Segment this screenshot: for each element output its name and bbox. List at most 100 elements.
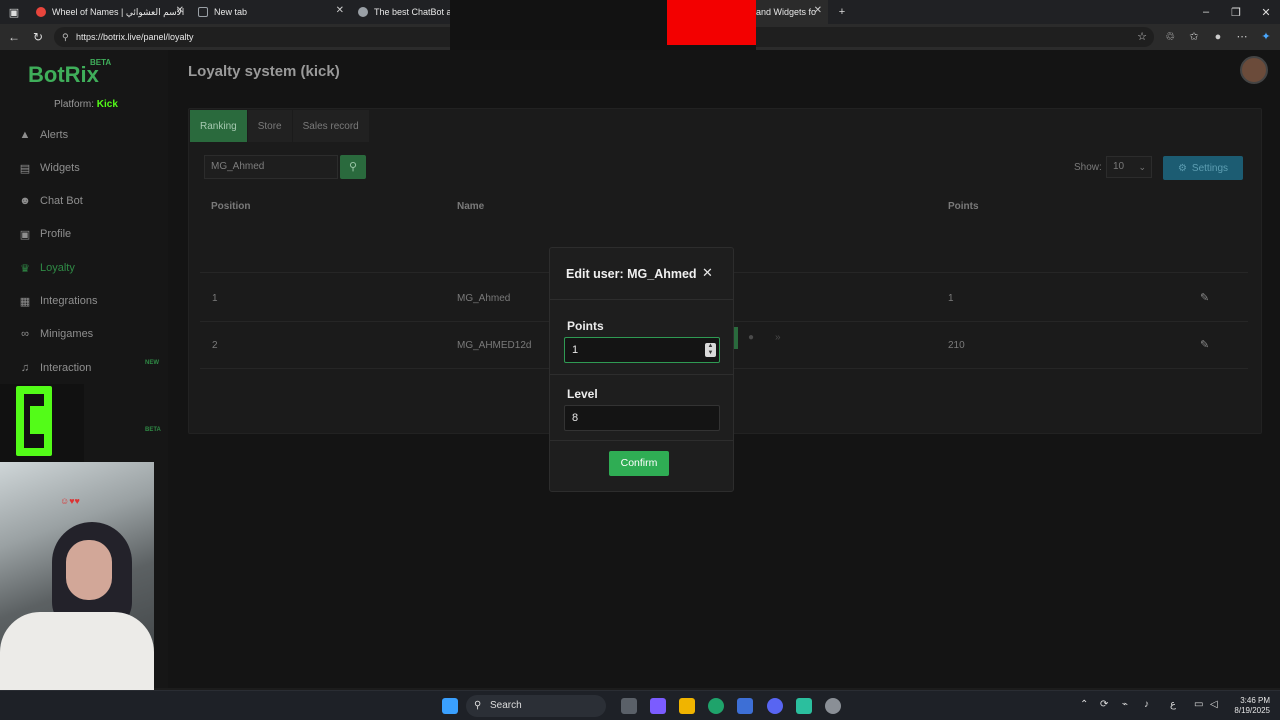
edge-browser-icon[interactable] bbox=[708, 698, 724, 714]
task-view-icon[interactable] bbox=[621, 698, 637, 714]
tab-ranking[interactable]: Ranking bbox=[190, 110, 248, 142]
logo-text: BotRix bbox=[28, 62, 99, 87]
sidebar-item-chat-bot[interactable]: ☻ Chat Bot bbox=[18, 192, 83, 210]
points-value: 1 bbox=[572, 344, 579, 356]
search-button[interactable]: ⚲ bbox=[340, 155, 366, 179]
column-header-position: Position bbox=[211, 201, 251, 212]
sidebar-item-minigames[interactable]: ∞ Minigames bbox=[18, 325, 93, 343]
close-tab-icon[interactable]: ✕ bbox=[814, 5, 822, 16]
favorite-star-icon[interactable]: ☆ bbox=[1134, 29, 1150, 45]
sidebar-item-label: Chat Bot bbox=[40, 195, 83, 207]
site-info-icon[interactable]: ⚲ bbox=[62, 27, 69, 47]
sidebar-item-label: Alerts bbox=[40, 129, 69, 141]
redacted-block bbox=[667, 0, 756, 45]
level-label: Level bbox=[567, 387, 598, 401]
modal-title: Edit user: MG_Ahmed bbox=[566, 267, 697, 281]
modal-divider bbox=[550, 440, 733, 441]
store-icon[interactable] bbox=[737, 698, 753, 714]
modal-header: Edit user: MG_Ahmed ✕ bbox=[550, 248, 733, 300]
more-options-icon[interactable]: ⋯ bbox=[1234, 29, 1250, 45]
modal-divider bbox=[550, 374, 733, 375]
user-search-input[interactable]: MG_Ahmed bbox=[204, 155, 338, 179]
loyalty-tabs: Ranking Store Sales record bbox=[190, 110, 370, 142]
tab-label: The best ChatBot and bbox=[374, 7, 450, 17]
sidebar-item-profile[interactable]: ▣ Profile bbox=[18, 225, 71, 243]
row-1-points: 1 bbox=[948, 293, 954, 304]
settings-button[interactable]: ⚙ Settings bbox=[1163, 156, 1243, 180]
sidebar-item-label: Widgets bbox=[40, 162, 80, 174]
url-text: https://botrix.live/panel/loyalty bbox=[76, 32, 194, 42]
back-arrow-icon[interactable]: ← bbox=[6, 29, 22, 45]
confirm-button[interactable]: Confirm bbox=[609, 451, 669, 476]
close-window-button[interactable]: ✕ bbox=[1252, 0, 1280, 24]
browser-tab-botrix[interactable]: The best ChatBot and bbox=[350, 0, 450, 24]
refresh-icon[interactable]: ↻ bbox=[30, 29, 46, 45]
close-tab-icon[interactable]: ✕ bbox=[336, 5, 344, 16]
sidebar-item-interaction[interactable]: ♫ Interaction bbox=[18, 359, 92, 377]
tab-label: New tab bbox=[214, 7, 248, 17]
platform-indicator: Platform: Kick bbox=[54, 99, 118, 110]
search-icon: ⚲ bbox=[474, 700, 482, 711]
system-clock[interactable]: 3:46 PM 8/19/2025 bbox=[1228, 696, 1270, 716]
webcam-overlay: ☺♥♥ bbox=[0, 462, 154, 690]
gears-icon: ⚙ bbox=[1177, 162, 1187, 174]
edit-pencil-icon[interactable]: ✎ bbox=[1200, 291, 1209, 304]
screen: ▣ Wheel of Names | الاسم العشوائي ✕ New … bbox=[0, 0, 1280, 720]
windows-start-icon[interactable] bbox=[442, 698, 458, 714]
sidebar-item-widgets[interactable]: ▤ Widgets bbox=[18, 159, 80, 177]
volume-icon[interactable]: ◁ bbox=[1210, 699, 1218, 710]
close-tab-icon[interactable]: ✕ bbox=[176, 5, 184, 16]
profile-avatar-icon[interactable]: ● bbox=[1210, 29, 1226, 45]
tab-sales-record[interactable]: Sales record bbox=[292, 110, 370, 142]
tab-actions-icon[interactable]: ▣ bbox=[0, 0, 28, 24]
browser-tab-wheel-of-names[interactable]: Wheel of Names | الاسم العشوائي ✕ bbox=[28, 0, 190, 24]
sidebar-item-alerts[interactable]: ▲ Alerts bbox=[18, 126, 69, 144]
browser-tab-widgets[interactable]: and Widgets fo ✕ bbox=[756, 0, 828, 24]
discord-icon[interactable] bbox=[767, 698, 783, 714]
page-title: Loyalty system (kick) bbox=[188, 63, 340, 80]
number-spinner-icon[interactable]: ▲ ▼ bbox=[705, 343, 716, 357]
pagination-next[interactable]: » bbox=[775, 332, 781, 343]
modal-close-icon[interactable]: ✕ bbox=[702, 265, 713, 281]
sidebar-item-loyalty[interactable]: ♛ Loyalty bbox=[18, 259, 75, 277]
input-language[interactable]: ع bbox=[1170, 699, 1176, 710]
tab-store[interactable]: Store bbox=[247, 110, 293, 142]
network-icon[interactable]: ⌁ bbox=[1122, 699, 1128, 710]
maximize-button[interactable]: ❐ bbox=[1222, 0, 1250, 24]
app-icon[interactable] bbox=[796, 698, 812, 714]
row-2-position: 2 bbox=[212, 340, 218, 351]
row-2-name: MG_AHMED12d bbox=[457, 340, 532, 351]
sidebar-item-label: Interaction bbox=[40, 362, 92, 374]
file-explorer-icon[interactable] bbox=[679, 698, 695, 714]
row-1-name: MG_Ahmed bbox=[457, 293, 511, 304]
kick-logo bbox=[0, 384, 84, 462]
copilot-app-icon[interactable] bbox=[650, 698, 666, 714]
column-header-points: Points bbox=[948, 201, 979, 212]
pagination-dot-icon[interactable]: ● bbox=[748, 332, 754, 343]
microphone-icon[interactable]: ♪ bbox=[1144, 699, 1149, 710]
wheel-favicon-icon bbox=[36, 7, 46, 17]
new-tab-button[interactable]: + bbox=[828, 0, 856, 24]
trophy-icon: ♛ bbox=[20, 262, 30, 275]
taskbar-search[interactable]: ⚲ Search bbox=[466, 695, 606, 717]
page-size-select[interactable]: 10 ⌄ bbox=[1106, 156, 1152, 178]
heart-emoji-icon: ☺♥♥ bbox=[60, 496, 80, 506]
extension-icon[interactable]: ♲ bbox=[1162, 29, 1178, 45]
sidebar-item-integrations[interactable]: ▦ Integrations bbox=[18, 292, 98, 310]
browser-tab-new-tab[interactable]: New tab ✕ bbox=[190, 0, 350, 24]
settings-gear-icon[interactable] bbox=[825, 698, 841, 714]
edit-pencil-icon[interactable]: ✎ bbox=[1200, 338, 1209, 351]
gamepad-icon: ∞ bbox=[21, 328, 29, 340]
sync-icon[interactable]: ⟳ bbox=[1100, 699, 1108, 710]
battery-icon[interactable]: ▭ bbox=[1194, 699, 1203, 710]
collections-icon[interactable]: ✩ bbox=[1186, 29, 1202, 45]
minimize-button[interactable]: – bbox=[1192, 0, 1220, 24]
webcam-person-body bbox=[0, 612, 154, 690]
tray-overflow-icon[interactable]: ⌃ bbox=[1080, 699, 1088, 710]
points-input[interactable]: 1 ▲ ▼ bbox=[564, 337, 720, 363]
user-avatar[interactable] bbox=[1240, 56, 1268, 84]
level-input[interactable]: 8 bbox=[564, 405, 720, 431]
botrix-logo[interactable]: BotRix BETA bbox=[28, 58, 111, 88]
copilot-icon[interactable]: ✦ bbox=[1258, 29, 1274, 45]
pagination-current[interactable] bbox=[734, 327, 738, 349]
